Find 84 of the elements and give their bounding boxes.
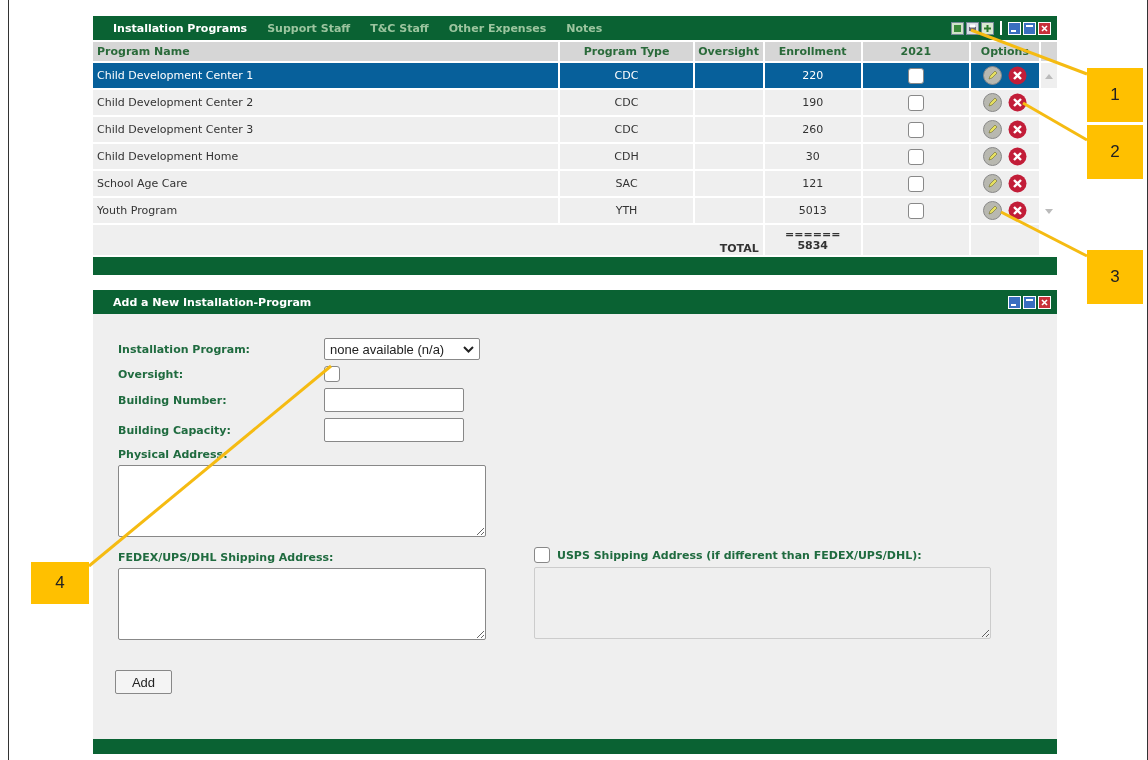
address-field[interactable] (118, 568, 486, 640)
table-cell: 30 (805, 150, 820, 163)
checkbox[interactable] (907, 67, 924, 84)
total-label: TOTAL (719, 242, 759, 255)
field-label: Installation Program: (118, 342, 251, 356)
table-cell: 260 (802, 123, 824, 136)
total-value: 5834 (796, 240, 829, 251)
edit-icon[interactable] (982, 147, 1002, 166)
checkbox[interactable] (907, 94, 924, 111)
tab[interactable]: Support Staff (257, 21, 361, 35)
callout-label: 4 (31, 562, 89, 604)
table-cell: CDC (614, 69, 639, 82)
checkbox[interactable] (907, 148, 924, 165)
column-header: Program Name (93, 42, 559, 61)
field-label: Building Number: (118, 393, 228, 407)
table-cell: Youth Program (97, 204, 178, 217)
edit-icon[interactable] (982, 120, 1002, 139)
table-row[interactable]: Child Development Center 3 CDC 260 (93, 117, 1057, 142)
table-cell: Child Development Center 3 (97, 123, 254, 136)
total-rule: ====== (784, 229, 842, 240)
callout-label: 2 (1087, 125, 1143, 179)
input-field[interactable] (324, 388, 464, 412)
checkbox[interactable] (907, 121, 924, 138)
field-label: FEDEX/UPS/DHL Shipping Address: (118, 551, 335, 564)
delete-icon[interactable] (1007, 66, 1027, 85)
program-dropdown[interactable]: none available (n/a) (324, 338, 480, 360)
maximize-icon[interactable] (1023, 21, 1036, 35)
minimize-icon[interactable] (1008, 21, 1021, 35)
edit-icon[interactable] (982, 201, 1002, 220)
table-row[interactable]: School Age Care SAC 121 (93, 171, 1057, 196)
edit-icon[interactable] (982, 93, 1002, 112)
scroll-down-icon[interactable] (1044, 209, 1053, 214)
table-cell: School Age Care (97, 177, 188, 190)
column-header: Enrollment (762, 42, 861, 61)
checkbox[interactable] (907, 202, 924, 219)
table-cell: Child Development Home (97, 150, 239, 163)
field-label: Oversight: (118, 367, 185, 381)
tab[interactable]: Installation Programs (103, 21, 258, 35)
minimize-icon[interactable] (1008, 295, 1021, 309)
spreadsheet-icon[interactable] (951, 21, 964, 35)
tab[interactable]: T&C Staff (360, 21, 439, 35)
table-cell: Child Development Center 2 (97, 96, 254, 109)
table-cell: 220 (802, 69, 824, 82)
edit-icon[interactable] (982, 174, 1002, 193)
add-icon[interactable] (981, 21, 994, 35)
table-cell: SAC (615, 177, 638, 190)
panel-title: Add a New Installation-Program (112, 295, 312, 309)
table-cell: Child Development Center 1 (97, 69, 254, 82)
checkbox[interactable] (907, 175, 924, 192)
table-cell: CDC (614, 96, 639, 109)
callout-label: 1 (1087, 68, 1143, 122)
column-header: Oversight (692, 42, 763, 61)
delete-icon[interactable] (1007, 201, 1027, 220)
edit-icon[interactable] (982, 66, 1002, 85)
tab[interactable]: Notes (556, 21, 613, 35)
table-row[interactable]: Child Development Home CDH 30 (93, 144, 1057, 169)
table-row[interactable]: Child Development Center 2 CDC 190 (93, 90, 1057, 115)
delete-icon[interactable] (1007, 93, 1027, 112)
table-cell: CDH (614, 150, 639, 163)
table-row[interactable]: Youth Program YTH 5013 (93, 198, 1057, 223)
table-cell: 5013 (798, 204, 827, 217)
usps-checkbox[interactable] (534, 547, 550, 563)
address-field[interactable] (118, 465, 486, 537)
maximize-icon[interactable] (1023, 295, 1036, 309)
callout-label: 3 (1087, 250, 1143, 304)
table-cell: CDC (614, 123, 639, 136)
chevron-icon (463, 345, 474, 353)
tab[interactable]: Other Expenses (438, 21, 557, 35)
table-row[interactable]: Child Development Center 1 CDC 220 (93, 63, 1057, 88)
close-icon[interactable] (1038, 21, 1051, 35)
table-cell: YTH (615, 204, 638, 217)
delete-icon[interactable] (1007, 120, 1027, 139)
table-cell: 190 (802, 96, 824, 109)
column-header: Program Type (558, 42, 693, 61)
field-label: USPS Shipping Address (if different than FEDEX/UPS/DHL): (557, 548, 922, 562)
close-icon[interactable] (1038, 295, 1051, 309)
delete-icon[interactable] (1007, 174, 1027, 193)
input-field[interactable] (324, 418, 464, 442)
column-header: 2021 (860, 42, 969, 61)
field-label: Building Capacity: (118, 423, 232, 437)
delete-icon[interactable] (1007, 147, 1027, 166)
leader-line (1020, 100, 1090, 143)
add-button[interactable]: Add (115, 670, 172, 694)
table-cell: 121 (802, 177, 824, 190)
